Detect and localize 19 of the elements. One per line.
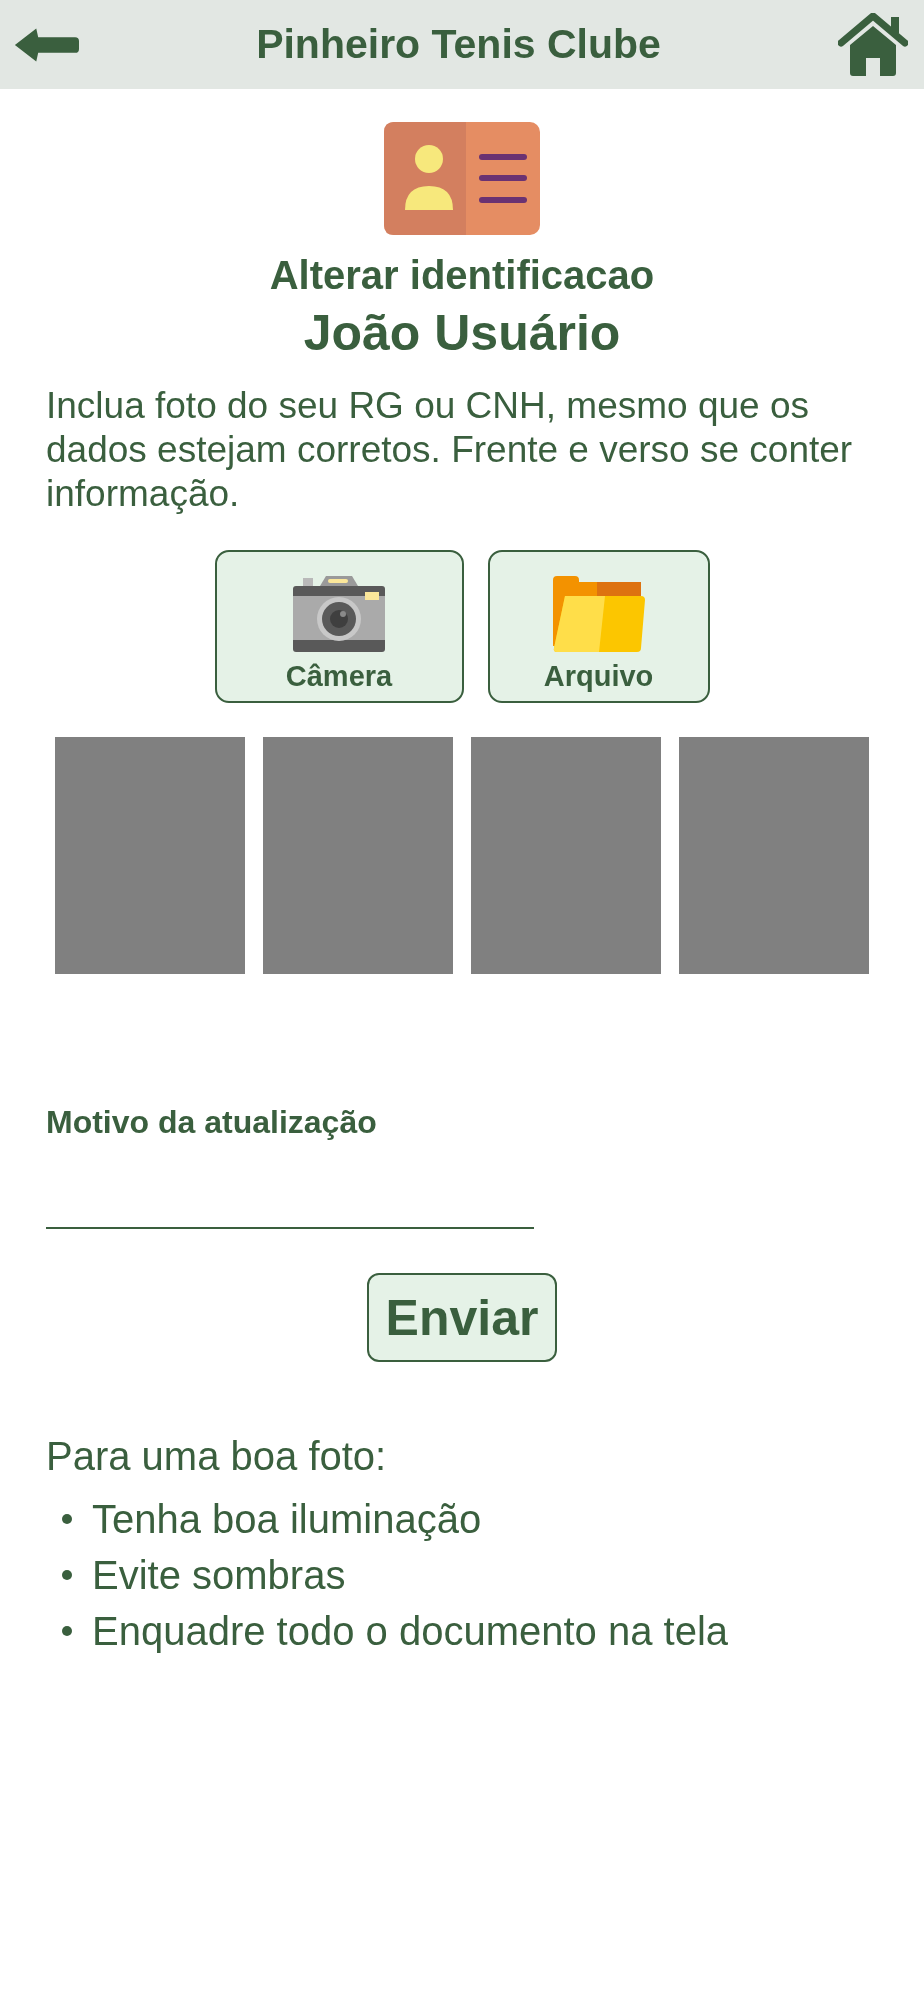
user-name: João Usuário [303,304,621,362]
bullet-icon [62,1626,72,1636]
tip-text: Evite sombras [92,1552,346,1598]
field-label: Motivo da atualização [46,1104,377,1141]
folder-icon [552,576,645,652]
tip-text: Tenha boa iluminação [92,1496,482,1542]
instructions-text: Inclua foto do seu RG ou CNH, mesmo que os dados estejam corretos. Frente e verso se conter informação. [46,384,854,516]
bullet-icon [62,1570,72,1580]
camera-icon [293,576,385,652]
camera-button[interactable]: Câmera [214,550,464,703]
id-card-icon [384,122,540,235]
tips-title: Para uma boa foto: [46,1434,387,1479]
file-button[interactable]: Arquivo [487,550,710,703]
app-title: Pinheiro Tenis Clube [256,21,661,68]
bullet-icon [62,1514,72,1524]
home-icon[interactable] [838,12,908,77]
tip-text: Enquadre todo o documento na tela [92,1608,729,1654]
page-heading: Alterar identificacao [269,253,655,298]
send-button[interactable]: Enviar [367,1273,557,1362]
